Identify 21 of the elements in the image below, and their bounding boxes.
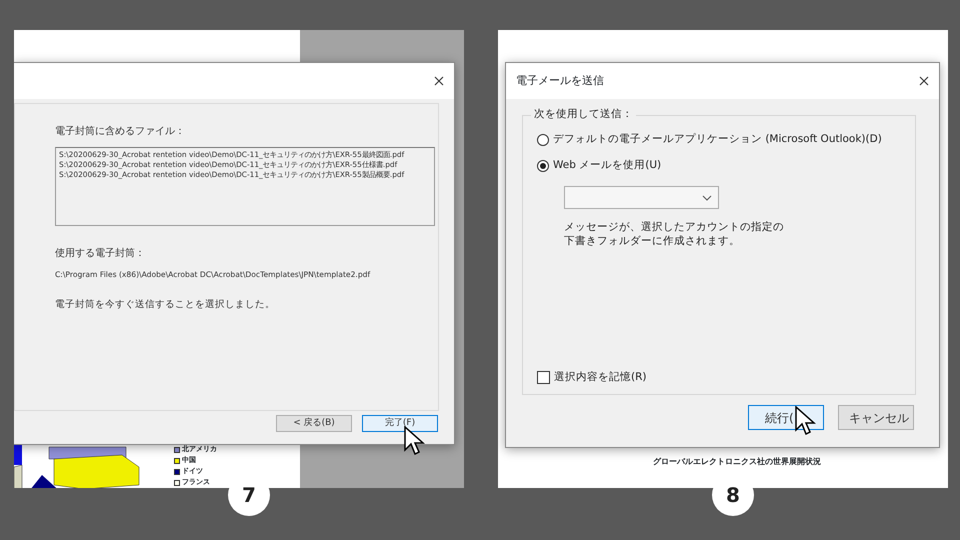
checkbox-label: 選択内容を記憶(R): [554, 370, 646, 385]
close-icon[interactable]: [919, 76, 929, 86]
checkbox[interactable]: [537, 371, 550, 384]
dialog-button[interactable]: 完了(F): [362, 415, 438, 432]
cursor-icon: [404, 426, 426, 458]
dialog-title: 電子メールを送信: [516, 72, 604, 89]
radio-button[interactable]: [537, 160, 549, 172]
template-label: 使用する電子封筒：: [55, 246, 146, 261]
dialog-button[interactable]: キャンセル: [838, 405, 914, 430]
status-message: 電子封筒を今すぐ送信することを選択しました。: [55, 298, 276, 312]
radio-button[interactable]: [537, 134, 549, 146]
cursor-icon: [795, 406, 817, 438]
chart-caption: グローバルエレクトロニクス社の世界展開状況: [653, 456, 821, 468]
note-line: 下書きフォルダーに作成されます。: [564, 234, 741, 248]
caret-icon: [702, 194, 712, 200]
close-icon[interactable]: [434, 76, 444, 86]
note-line: メッセージが、選択したアカウントの指定の: [564, 220, 784, 234]
option-label: Web メールを使用(U): [553, 158, 662, 173]
option-label: デフォルトの電子メールアプリケーション (Microsoft Outlook)(D): [553, 132, 882, 147]
dialog-button[interactable]: < 戻る(B): [276, 415, 352, 432]
files-label: 電子封筒に含めるファイル：: [55, 124, 186, 139]
